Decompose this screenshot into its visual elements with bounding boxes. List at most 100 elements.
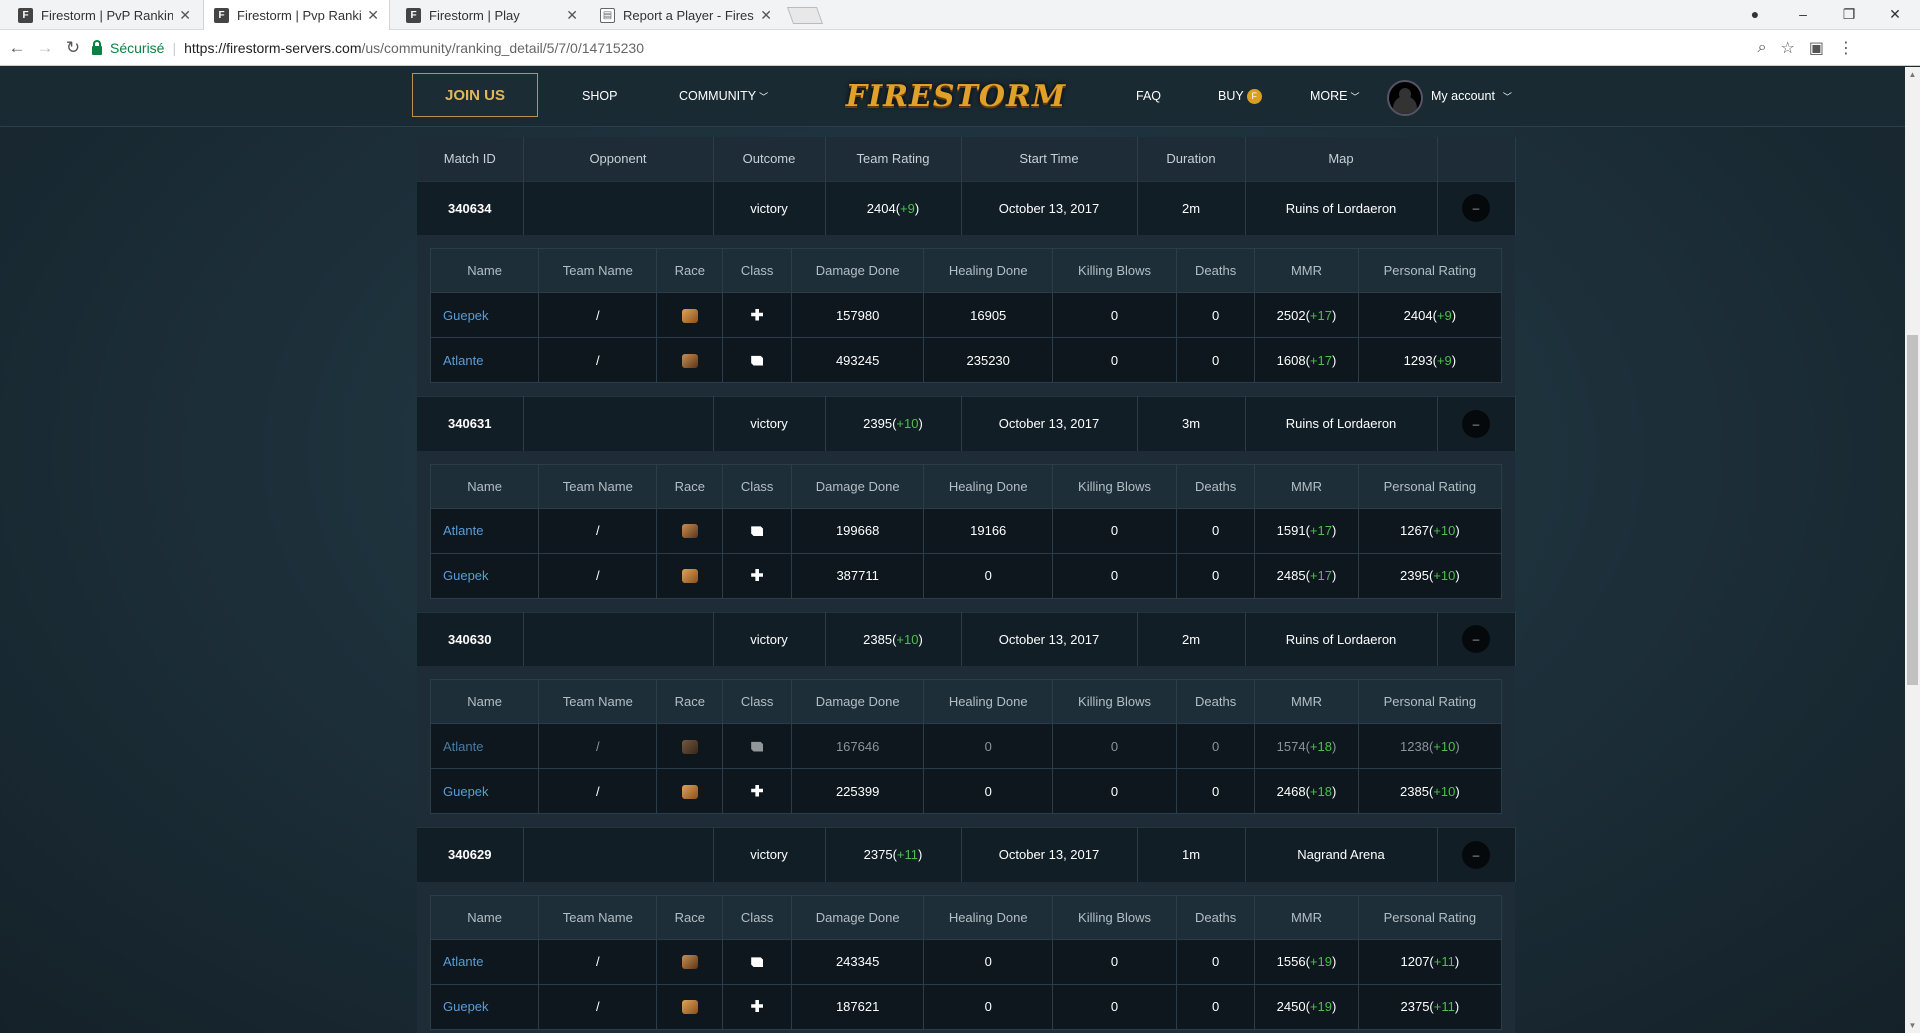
player-mmr: 2502(+17) xyxy=(1254,292,1359,338)
extension-icon[interactable]: ▣ xyxy=(1809,38,1824,58)
nav-more[interactable]: MORE ﹀ xyxy=(1310,67,1360,125)
nav-buy[interactable]: BUY F xyxy=(1218,67,1262,125)
player-race-cell xyxy=(656,983,724,1030)
tab-title: Report a Player - Firesto xyxy=(623,7,755,23)
tab-title: Firestorm | Pvp Ranking xyxy=(237,7,362,23)
pr-delta: +9 xyxy=(1436,307,1452,323)
header-toggle xyxy=(1437,137,1516,181)
close-tab-icon[interactable]: ✕ xyxy=(367,7,379,24)
url-field[interactable]: Sécurisé | https://firestorm-servers.com… xyxy=(92,35,1854,61)
browser-tab[interactable]: F Firestorm | Play ✕ xyxy=(396,0,588,30)
collapse-toggle-button[interactable]: – xyxy=(1462,194,1490,223)
bookmark-star-icon[interactable]: ☆ xyxy=(1781,38,1795,58)
scroll-up-icon[interactable]: ▲ xyxy=(1905,67,1920,82)
mmr-value: 2485 xyxy=(1276,568,1306,583)
page-scrollbar[interactable]: ▲ ▼ xyxy=(1905,67,1920,1033)
stats-header-cell: Damage Done xyxy=(790,248,925,293)
close-tab-icon[interactable]: ✕ xyxy=(566,7,578,24)
player-row: Guepek/157980 16905 0 0 2502(+17) 2404(+9) xyxy=(429,292,1503,338)
match-start-time: October 13, 2017 xyxy=(961,180,1138,235)
menu-dots-icon[interactable]: ⋮ xyxy=(1838,38,1854,58)
pr-value: 1238 xyxy=(1400,738,1429,754)
pr-value: 2404 xyxy=(1403,307,1433,323)
player-class-cell xyxy=(722,938,792,985)
player-stats-table: Name Team Name Race Class Damage Done Healing… xyxy=(429,894,1503,1030)
stats-header-cell: Killing Blows xyxy=(1052,894,1178,940)
player-name-link[interactable]: Atlante xyxy=(429,723,540,769)
collapse-toggle-button[interactable]: – xyxy=(1462,409,1490,438)
race-portrait-icon xyxy=(681,955,698,969)
player-row: Atlante/199668 19166 0 0 1591(+17) 1267(+10) xyxy=(429,507,1503,554)
new-tab-button[interactable] xyxy=(786,7,824,24)
player-row: Guepek/225399 0 0 0 2468(+18) 2385(+10) xyxy=(429,768,1503,814)
player-race-cell xyxy=(656,292,724,338)
match-detail-cell: Name Team Name Race Class Damage Done Healing… xyxy=(417,450,1515,612)
close-window-icon[interactable]: ✕ xyxy=(1872,0,1918,28)
stats-header-cell: Killing Blows xyxy=(1052,248,1178,293)
player-name-link[interactable]: Guepek xyxy=(429,983,540,1030)
browser-tab-active[interactable]: F Firestorm | Pvp Ranking ✕ xyxy=(203,0,390,30)
browser-tab[interactable]: F Firestorm | PvP Ranking ✕ xyxy=(8,0,201,30)
match-row[interactable]: 340630 victory 2385(+10) October 13, 2017 2m… xyxy=(417,611,1516,666)
player-personal-rating: 1207(+11) xyxy=(1357,938,1503,985)
player-name-link[interactable]: Guepek xyxy=(429,292,540,338)
match-map: Ruins of Lordaeron xyxy=(1245,180,1438,235)
mmr-value: 1556 xyxy=(1276,954,1306,969)
stats-header-cell: Class xyxy=(722,679,792,724)
profile-icon[interactable]: ● xyxy=(1732,0,1778,28)
firestorm-logo[interactable]: FIRESTORM xyxy=(846,71,1065,121)
match-row[interactable]: 340629 victory 2375(+11) October 13, 2017 1m… xyxy=(417,827,1516,882)
stats-header-cell: Name xyxy=(429,894,540,940)
player-damage: 493245 xyxy=(790,337,925,383)
stats-header-cell: MMR xyxy=(1254,679,1359,724)
stats-header-cell: Class xyxy=(722,894,792,940)
stats-header-cell: Class xyxy=(722,463,792,509)
match-outcome: victory xyxy=(713,180,826,235)
address-bar: ← → ↻ Sécurisé | https://firestorm-serve… xyxy=(0,30,1920,66)
stats-header-cell: Deaths xyxy=(1176,463,1256,509)
match-row[interactable]: 340631 victory 2395(+10) October 13, 2017 3m… xyxy=(417,396,1516,451)
player-name-link[interactable]: Atlante xyxy=(429,507,540,554)
match-row[interactable]: 340634 victory 2404(+9) October 13, 2017 2m R… xyxy=(417,180,1516,235)
close-tab-icon[interactable]: ✕ xyxy=(760,7,772,24)
browser-tab[interactable]: ▤ Report a Player - Firesto ✕ xyxy=(590,0,782,30)
close-tab-icon[interactable]: ✕ xyxy=(179,7,191,24)
back-arrow-icon[interactable]: ← xyxy=(6,37,28,59)
chevron-down-icon: ﹀ xyxy=(1350,91,1360,102)
player-name-link[interactable]: Guepek xyxy=(429,768,540,814)
race-portrait-icon xyxy=(681,569,698,583)
nav-account[interactable]: My account ﹀ xyxy=(1431,67,1512,125)
join-us-button[interactable]: JOIN US xyxy=(412,73,538,117)
player-name-link[interactable]: Guepek xyxy=(429,552,540,599)
scroll-down-icon[interactable]: ▼ xyxy=(1905,1018,1920,1033)
match-id: 340634 xyxy=(417,180,524,235)
rating-delta: +11 xyxy=(896,847,918,863)
restore-icon[interactable]: ❐ xyxy=(1826,0,1872,28)
collapse-toggle-button[interactable]: – xyxy=(1462,840,1490,869)
forward-arrow-icon[interactable]: → xyxy=(34,37,56,59)
page-viewport: JOIN US SHOP COMMUNITY ﹀ FIRESTORM FAQ BU… xyxy=(0,67,1905,1033)
player-name-link[interactable]: Atlante xyxy=(429,938,540,985)
header-opponent: Opponent xyxy=(523,137,714,181)
match-detail-cell: Name Team Name Race Class Damage Done Healing… xyxy=(417,235,1515,397)
player-class-cell xyxy=(722,983,792,1030)
player-name-link[interactable]: Atlante xyxy=(429,337,540,383)
scrollbar-thumb[interactable] xyxy=(1907,335,1918,685)
match-duration: 1m xyxy=(1137,827,1246,882)
class-emblem-icon xyxy=(751,355,764,366)
collapse-toggle-button[interactable]: – xyxy=(1462,625,1490,654)
zoom-icon[interactable]: ⌕ xyxy=(1758,39,1767,57)
player-row: Guepek/387711 0 0 0 2485(+17) 2395(+10) xyxy=(429,552,1503,599)
match-detail-cell: Name Team Name Race Class Damage Done Healing… xyxy=(417,666,1515,828)
reload-icon[interactable]: ↻ xyxy=(62,37,84,59)
nav-shop[interactable]: SHOP xyxy=(582,67,617,125)
player-team-name: / xyxy=(538,938,658,985)
minimize-icon[interactable]: – xyxy=(1780,0,1826,28)
pr-delta: +10 xyxy=(1433,783,1456,799)
avatar[interactable] xyxy=(1387,80,1423,116)
nav-community[interactable]: COMMUNITY ﹀ xyxy=(679,67,768,125)
nav-faq[interactable]: FAQ xyxy=(1136,67,1161,125)
stats-header-cell: Personal Rating xyxy=(1357,463,1503,509)
player-healing: 0 xyxy=(923,983,1054,1030)
player-damage: 243345 xyxy=(790,938,925,985)
